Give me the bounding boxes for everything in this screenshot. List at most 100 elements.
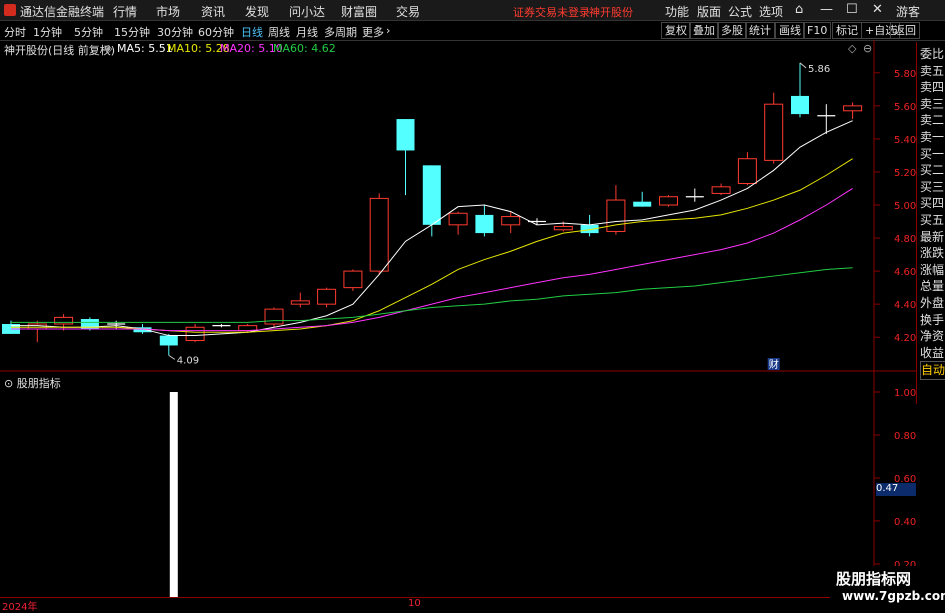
f10-button[interactable]: F10 (803, 22, 832, 39)
period-5min[interactable]: 5分钟 (74, 24, 103, 40)
indicator-title-text: 股朋指标 (16, 377, 61, 390)
menu-gongneng[interactable]: 功能 (665, 3, 689, 20)
title-bar: 通达信金融终端 行情 市场 资讯 发现 问小达 财富圈 交易 证券交易未登录 神… (0, 0, 945, 21)
login-notice[interactable]: 证券交易未登录 (513, 4, 590, 20)
side-panel-item-1[interactable]: 卖五 (920, 63, 945, 80)
period-weekly[interactable]: 周线 (268, 24, 290, 40)
mark-button[interactable]: 标记 (832, 22, 862, 39)
candle-body-down (159, 335, 178, 346)
menu-caifuquan[interactable]: 财富圈 (341, 3, 377, 20)
side-panel-item-4[interactable]: 卖二 (920, 112, 945, 129)
candle-body-up (448, 212, 468, 226)
period-fenshi[interactable]: 分时 (4, 24, 26, 40)
candle-body-up (764, 103, 784, 161)
close-icon[interactable]: ✕ (872, 2, 883, 17)
stock-link[interactable]: 神开股份 (589, 4, 633, 20)
candle-body-up (185, 326, 205, 342)
watermark-line1: 股朋指标网 (836, 570, 912, 588)
menu-zixun[interactable]: 资讯 (201, 3, 225, 20)
minimize-icon[interactable]: — (820, 2, 833, 17)
app-title: 通达信金融终端 (20, 5, 105, 19)
more-chevron-icon[interactable]: › (386, 24, 390, 37)
menu-xuanxiang[interactable]: 选项 (759, 3, 783, 20)
candle-body-down (791, 95, 809, 115)
candle-body-down (422, 165, 441, 225)
side-panel-item-6[interactable]: 买一 (920, 146, 945, 163)
candle-body-up (501, 216, 521, 226)
high-annotation-pointer (799, 62, 807, 69)
maximize-icon[interactable]: ☐ (846, 2, 858, 17)
statistics-button[interactable]: 统计 (745, 22, 775, 39)
candle-body-up (264, 308, 284, 325)
side-panel-item-13[interactable]: 涨幅 (920, 262, 945, 279)
candle-body-down (396, 119, 415, 151)
ma60-line (11, 267, 853, 323)
candle-body-up (737, 158, 757, 185)
event-marker: 财 (769, 358, 779, 371)
indicator-collapse-icon[interactable]: ⊙ (4, 377, 13, 390)
side-panel-item-3[interactable]: 卖三 (920, 96, 945, 113)
menu-gongshi[interactable]: 公式 (728, 3, 752, 20)
menu-shichang[interactable]: 市场 (156, 3, 180, 20)
period-30min[interactable]: 30分钟 (157, 24, 193, 40)
x-label-year: 2024年 (2, 602, 38, 613)
period-more[interactable]: 更多 (362, 24, 384, 40)
y-tick-label: 5.00 (894, 201, 916, 212)
period-1min[interactable]: 1分钟 (33, 24, 62, 40)
side-panel-item-5[interactable]: 卖一 (920, 129, 945, 146)
candle-body-up (606, 199, 626, 232)
side-panel-item-9[interactable]: 买四 (920, 195, 945, 212)
period-daily[interactable]: 日线 (241, 24, 263, 40)
side-panel-item-15[interactable]: 外盘 (920, 295, 945, 312)
period-monthly[interactable]: 月线 (296, 24, 318, 40)
overlay-button[interactable]: 叠加 (689, 22, 719, 39)
side-panel-item-18[interactable]: 收益 (920, 345, 945, 362)
period-multi[interactable]: 多周期 (324, 24, 357, 40)
period-15min[interactable]: 15分钟 (114, 24, 150, 40)
period-60min[interactable]: 60分钟 (198, 24, 234, 40)
quote-side-panel: 委比 卖五 卖四 卖三 卖二 卖一 买一 买二 买三 买四 买五 最新 涨跌 涨幅 总量 外盘 换手 净资 收益 自动 (916, 42, 945, 404)
y-tick-label: 4.20 (894, 333, 916, 344)
candle-body-down (475, 214, 494, 234)
candle-body-up (843, 105, 863, 112)
candle-body-up (711, 186, 731, 194)
ind-y-tick-label: 1.00 (894, 388, 916, 399)
draw-line-button[interactable]: 画线 (775, 22, 805, 39)
side-panel-item-12[interactable]: 涨跌 (920, 245, 945, 262)
y-tick-label: 4.40 (894, 300, 916, 311)
ind-y-tick-label: 0.80 (894, 431, 916, 442)
candle-body-up (369, 197, 389, 272)
side-panel-item-11[interactable]: 最新 (920, 229, 945, 246)
kline-chart[interactable]: 5.80 5.60 5.40 5.20 5.00 4.80 4.60 4.40 4.20 5.8… (0, 40, 916, 600)
side-panel-item-16[interactable]: 换手 (920, 312, 945, 329)
user-label[interactable]: 游客 (896, 3, 920, 20)
ind-y-tick-label: 0.40 (894, 517, 916, 528)
y-tick-label: 5.60 (894, 102, 916, 113)
low-annotation-pointer (168, 354, 176, 360)
menu-banmian[interactable]: 版面 (697, 3, 721, 20)
multi-stock-button[interactable]: 多股 (717, 22, 747, 39)
watermark-line2: www.7gpzb.com (842, 589, 945, 603)
back-button[interactable]: 返回 (890, 22, 920, 39)
menu-faxian[interactable]: 发现 (245, 3, 269, 20)
y-tick-label: 4.80 (894, 234, 916, 245)
x-label-month: 10 (408, 598, 421, 609)
candle-body-down (633, 201, 652, 207)
menu-jiaoyi[interactable]: 交易 (396, 3, 420, 20)
fuquan-button[interactable]: 复权 (661, 22, 691, 39)
side-panel-item-19[interactable]: 自动 (920, 361, 945, 380)
menu-hangqing[interactable]: 行情 (113, 3, 137, 20)
side-panel-item-17[interactable]: 净资 (920, 328, 945, 345)
side-panel-item-0[interactable]: 委比 (920, 46, 945, 63)
candle-body-up (54, 316, 74, 325)
side-panel-item-14[interactable]: 总量 (920, 278, 945, 295)
side-panel-item-2[interactable]: 卖四 (920, 79, 945, 96)
side-panel-item-10[interactable]: 买五 (920, 212, 945, 229)
indicator-current-value: 0.47 (876, 483, 916, 496)
side-panel-item-7[interactable]: 买二 (920, 162, 945, 179)
candle-body-up (317, 288, 337, 305)
side-panel-item-8[interactable]: 买三 (920, 179, 945, 196)
menu-wenxiaoda[interactable]: 问小达 (289, 3, 325, 20)
y-tick-label: 5.80 (894, 69, 916, 80)
headset-icon[interactable]: ⌂ (795, 2, 803, 17)
